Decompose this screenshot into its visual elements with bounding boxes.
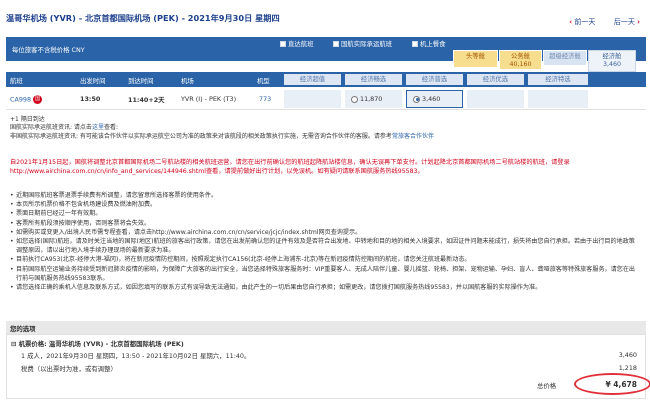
fare-option-selected[interactable]: 3,460	[406, 90, 463, 108]
fare-class-name: 公务舱	[511, 53, 530, 60]
air-china-logo-icon: 国	[33, 95, 43, 104]
col-flight: 航班	[10, 77, 23, 85]
fare-option[interactable]: 11,870	[345, 90, 402, 108]
price-summary: ⊟ 机票价格: 温哥华机场 (YVR) - 北京首都国际机场 (PEK) 1 成…	[6, 334, 646, 399]
arrive-time: 11:40+2天	[128, 96, 165, 104]
price-label: 每位旅客不含税价格 CNY	[12, 46, 85, 54]
summary-header: 您的选项	[6, 321, 646, 334]
next-day-link[interactable]: 后一天	[614, 18, 635, 26]
list-item: 如您选择(国际)航班，请及时关注当地的国际(地区)航班的旅客出行政策，请您在出发…	[10, 237, 640, 255]
airport-route: YVR (I) - PEK (T3)	[181, 95, 237, 103]
chevron-left-icon[interactable]: ‹	[569, 18, 572, 26]
filter-meal[interactable]: 机上餐食	[412, 39, 446, 48]
filter-label: 直达航班	[288, 40, 314, 48]
note-text: 非国航实际承运航班资讯: 有可能该合作伙伴以实际承运航空公司为准的政策来对该航段…	[10, 133, 392, 140]
summary-segment: ⊟ 机票价格: 温哥华机场 (YVR) - 北京首都国际机场 (PEK)	[11, 339, 184, 348]
table-row: CA998 国 13:50 11:40+2天 YVR (I) - PEK (T3)…	[6, 88, 646, 110]
col-aircraft: 机型	[257, 77, 270, 85]
total-highlight-circle	[574, 373, 650, 395]
fare-class-premium-economy[interactable]: 超级经济舱	[543, 50, 587, 66]
collapse-icon[interactable]: ⊟	[11, 340, 16, 348]
terminal-notice: 自2021年1月15日起，国航将调整北京首都国际机场二号航站楼的相关航班运营，请…	[10, 159, 570, 175]
flight-number[interactable]: CA998	[10, 96, 31, 104]
fare-header-2[interactable]: 经济畅选	[345, 74, 402, 85]
filter-label: 机上餐食	[420, 40, 446, 48]
total-label: 总价格	[537, 382, 557, 390]
flight-table-header: 航班 出发时间 到达时间 机场 机型 经济超值 经济畅选 经济普选 经济优选 经…	[6, 72, 646, 87]
fare-header-1[interactable]: 经济超值	[284, 74, 341, 85]
radio-icon[interactable]	[351, 95, 358, 103]
list-item: 近期国际航班客票退票手续费有所调整，请您留意所选择客票的使用条件。	[10, 191, 640, 200]
prev-day-link[interactable]: 前一天	[574, 18, 595, 26]
partner-link[interactable]: 常旅客合作伙伴	[392, 133, 434, 140]
fare-price: 3,460	[422, 95, 441, 103]
passenger-line: 1 成人，2021年9月30日 星期四，13:50 - 2021年10月02日 …	[21, 352, 251, 360]
fare-class-economy[interactable]: 经济舱 3,460	[588, 50, 636, 72]
radio-selected-icon[interactable]	[413, 95, 420, 103]
col-arrive[interactable]: 到达时间	[128, 76, 154, 85]
here-link[interactable]: 这里	[92, 124, 104, 131]
col-airport: 机场	[181, 77, 194, 85]
note-text: 国航实际承运航班资讯: 请点击	[10, 124, 92, 131]
list-item: 目前国际航空运输业务持续受到新冠肺炎疫情的影响，为保障广大旅客的出行安全，当您选…	[10, 265, 640, 283]
fare-cell-empty	[467, 90, 524, 108]
fare-class-first[interactable]: 头等舱	[453, 50, 498, 68]
aircraft-type[interactable]: 773	[259, 95, 271, 103]
fare-cell-empty	[284, 90, 341, 108]
checkbox-icon[interactable]	[280, 40, 286, 47]
fare-class-name: 超级经济舱	[549, 53, 581, 60]
fare-class-price: 3,460	[602, 61, 622, 68]
segment-label: 机票价格: 温哥华机场 (YVR) - 北京首都国际机场 (PEK)	[18, 340, 184, 348]
partner-note: 非国航实际承运航班资讯: 有可能该合作伙伴以实际承运航空公司为准的政策来对该航段…	[10, 131, 434, 140]
page-title: 温哥华机场 (YVR) - 北京首都国际机场 (PEK) - 2021年9月30…	[6, 13, 280, 23]
list-item: 票面日期前已经过一年有效期。	[10, 209, 640, 218]
fare-header-5[interactable]: 经济特选	[528, 74, 588, 85]
list-item: 请您选择正确的乘机人信息及联系方式，如因您填写的联系方式有误导致无法通知，由此产…	[10, 283, 640, 292]
chevron-right-icon[interactable]: ›	[637, 18, 640, 26]
date-navigation: ‹ 前一天 后一天 ›	[569, 17, 640, 27]
tax-amount: 1,218	[618, 364, 637, 372]
flight-number-cell[interactable]: CA998 国	[10, 95, 43, 104]
fare-amount: 3,460	[618, 351, 637, 359]
filter-direct[interactable]: 直达航班	[280, 39, 314, 48]
fare-class-name: 头等舱	[466, 53, 485, 60]
col-depart[interactable]: 出发时间	[80, 76, 106, 85]
info-list: 近期国际航班客票退票手续费有所调整，请您留意所选择客票的使用条件。 本页所示机票…	[10, 191, 640, 292]
fare-class-price: 40,160	[509, 61, 532, 68]
fare-cell-empty	[528, 90, 588, 108]
checkbox-icon[interactable]	[333, 40, 339, 47]
list-item: 本页所示机票价格不包含机场建设费及燃油附加费。	[10, 200, 640, 209]
filter-air-china-operated[interactable]: 国航实际承运航班	[333, 39, 392, 48]
operated-note: 国航实际承运航班资讯: 请点击这里查看:	[10, 122, 118, 131]
filter-label: 国航实际承运航班	[341, 40, 393, 48]
fare-header-4[interactable]: 经济优选	[467, 74, 524, 85]
note-text: 查看:	[103, 124, 118, 131]
tax-label: 税费（以出票时为准，或有调整）	[21, 365, 117, 373]
fare-class-name: 经济舱	[602, 53, 622, 60]
list-item: 客票所有航段须按顺序使用，否则客票将会失效。	[10, 219, 640, 228]
checkbox-icon[interactable]	[412, 40, 418, 47]
fare-price: 11,870	[360, 95, 383, 103]
list-item: 如需购买或变更入/出境人民币需专程查看，请点击http://www.airchi…	[10, 228, 640, 237]
list-item: 目前执行CA953(北京-经停大港-福冈)，将在新冠疫情防控期间，按照规定执行C…	[10, 255, 640, 264]
depart-time: 13:50	[80, 95, 101, 103]
fare-header-3[interactable]: 经济普选	[406, 74, 463, 85]
fare-class-business[interactable]: 公务舱 40,160	[499, 50, 542, 70]
